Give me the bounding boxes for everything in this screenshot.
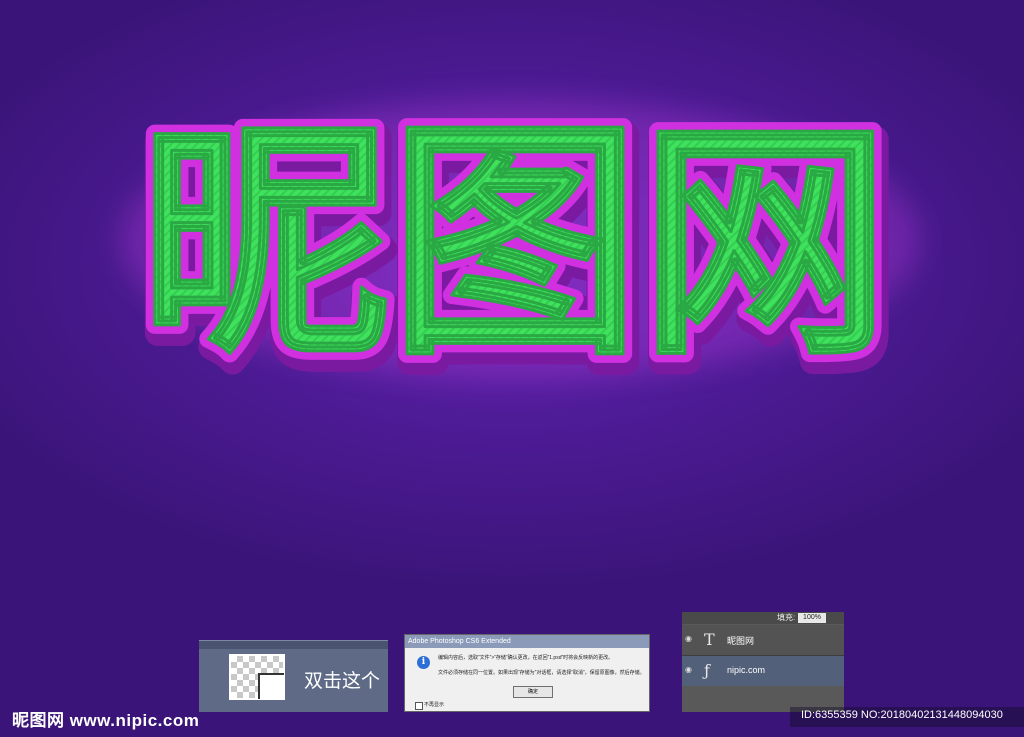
image-id-label: ID:6355359 NO:20180402131448094030 (801, 709, 1003, 721)
smart-object-thumbnail[interactable] (229, 654, 285, 700)
layer-row-text[interactable]: ◉ T 昵图网 (682, 625, 844, 656)
visibility-eye-icon[interactable]: ◉ (685, 635, 695, 643)
hero-artwork: 昵图网 昵图网 昵图网 (120, 89, 920, 410)
ok-button[interactable]: 确定 (513, 686, 553, 698)
text-layer-icon: T (704, 630, 715, 649)
shape-layer-icon: ƒ (704, 661, 710, 680)
smart-object-icon (258, 673, 284, 699)
info-icon: i (417, 656, 430, 669)
dont-show-checkbox[interactable] (415, 702, 423, 710)
fill-input[interactable]: 100% (798, 613, 826, 623)
panel-strip (199, 641, 388, 649)
hero-title: 昵图网 (140, 98, 890, 389)
layer-name: nipic.com (727, 665, 766, 675)
dialog-title: Adobe Photoshop CS6 Extended (405, 635, 649, 648)
layers-toolbar: 填充: 100% (682, 612, 844, 624)
dialog-message-line2: 文件必须存储在同一位置。如果出现“存储为”对话框，请选择“取消”，保留原图像，然… (438, 670, 645, 676)
fill-label: 填充: (777, 613, 796, 622)
visibility-eye-icon[interactable]: ◉ (685, 666, 695, 674)
dialog-message-line1: 编辑内容后，选取“文件”>“存储”确认更改，在返回“1.psd”时将会反映新的更… (438, 655, 614, 661)
layers-panel: 填充: 100% ◉ T 昵图网 ◉ ƒ nipic.com (682, 612, 844, 712)
photoshop-dialog: Adobe Photoshop CS6 Extended i 编辑内容后，选取“… (404, 634, 650, 712)
layer-name: 昵图网 (727, 636, 755, 646)
layer-thumbnail-label: 双击这个 (304, 671, 381, 692)
hero-title-text: 昵图网 昵图网 昵图网 (130, 89, 906, 410)
layer-row-shape[interactable]: ◉ ƒ nipic.com (682, 656, 844, 686)
dont-show-label: 不再显示 (424, 702, 445, 708)
layer-thumbnail-panel: 双击这个 (199, 640, 388, 712)
site-watermark: 昵图网 www.nipic.com (12, 711, 200, 730)
